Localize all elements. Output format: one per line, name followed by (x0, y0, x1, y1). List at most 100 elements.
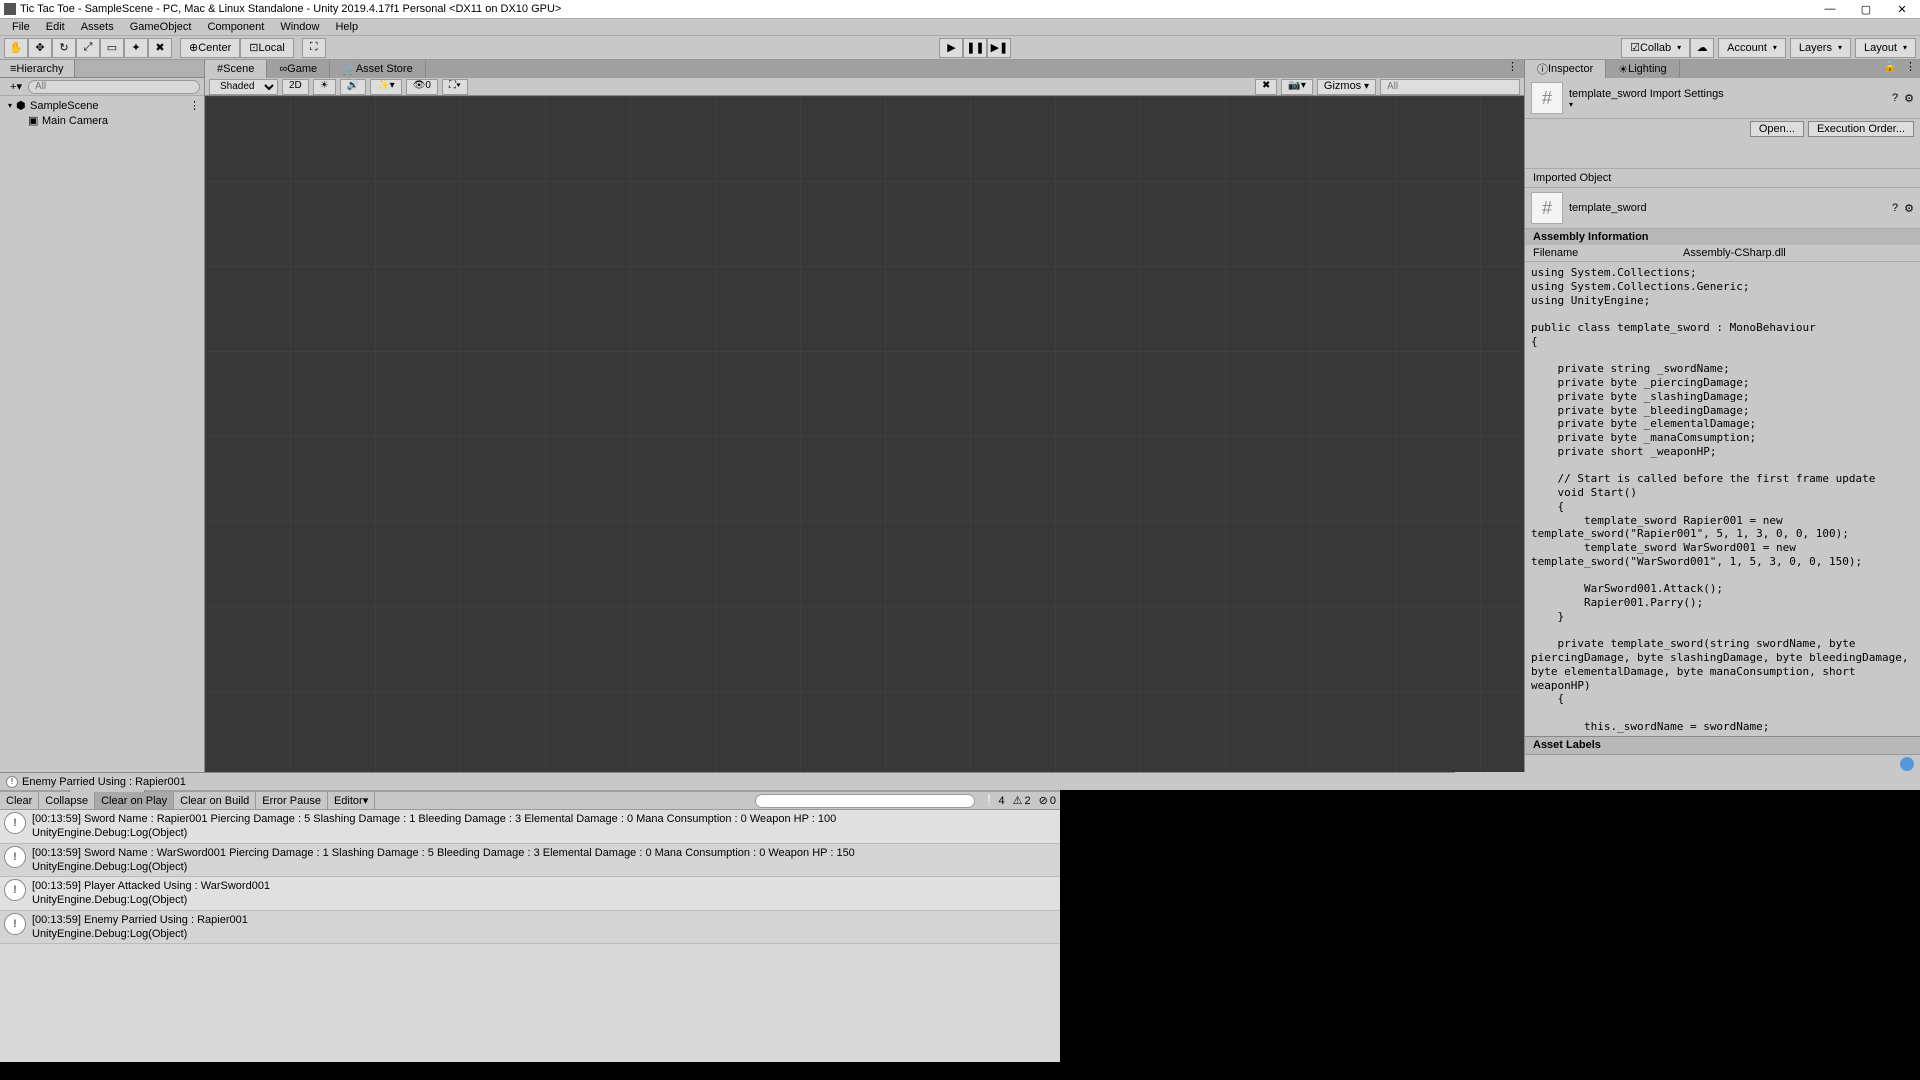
hierarchy-search[interactable] (28, 80, 200, 94)
scene-shading-dropdown[interactable]: Shaded (209, 79, 278, 95)
info-icon: ! (4, 812, 26, 834)
component-help-icon[interactable]: ? (1892, 202, 1898, 214)
info-icon: ! (4, 913, 26, 935)
inspector-panel: ⓘ Inspector ☀ Lighting 🔒 ⋮ # template_sw… (1525, 60, 1920, 772)
hierarchy-panel: ≡ Hierarchy +▾ ▾⬢ SampleScene ⋮ ▣ Main C… (0, 60, 205, 772)
error-count[interactable]: ⊘0 (1035, 794, 1060, 807)
console-log-entry[interactable]: ![00:13:59] Sword Name : WarSword001 Pie… (0, 844, 1060, 878)
scene-lighting-toggle[interactable]: ☀ (313, 79, 336, 95)
hierarchy-scene[interactable]: ▾⬢ SampleScene ⋮ (0, 98, 204, 113)
component-settings-icon[interactable]: ⚙ (1904, 202, 1914, 215)
inspector-settings-icon[interactable]: ⚙ (1904, 92, 1914, 105)
scene-visibility-toggle[interactable]: 👁0 (406, 79, 438, 95)
inspector-title: template_sword Import Settings (1569, 88, 1886, 100)
collab-dropdown[interactable]: ☑ Collab (1621, 38, 1690, 58)
menu-component[interactable]: Component (199, 21, 272, 33)
filename-value: Assembly-CSharp.dll (1683, 247, 1786, 259)
inspector-menu-icon[interactable]: ⋮ (1901, 60, 1920, 78)
scale-tool[interactable]: ⤢ (76, 38, 100, 58)
layers-dropdown[interactable]: Layers (1790, 38, 1851, 58)
tab-hierarchy[interactable]: ≡ Hierarchy (0, 60, 75, 77)
snap-button[interactable]: ⛶ (302, 38, 326, 58)
execution-order-button[interactable]: Execution Order... (1808, 121, 1914, 137)
code-preview: using System.Collections; using System.C… (1525, 262, 1920, 736)
scene-panel: # Scene ∞ Game 🛒 Asset Store ⋮ Shaded 2D… (205, 60, 1525, 772)
tab-game[interactable]: ∞ Game (267, 60, 330, 78)
play-button[interactable]: ▶ (939, 38, 963, 58)
custom-tool[interactable]: ✖ (148, 38, 172, 58)
step-button[interactable]: ▶❚ (987, 38, 1011, 58)
console-log-entry[interactable]: ![00:13:59] Enemy Parried Using : Rapier… (0, 911, 1060, 945)
tab-scene[interactable]: # Scene (205, 60, 267, 78)
warning-count[interactable]: ⚠2 (1009, 794, 1035, 807)
menu-edit[interactable]: Edit (38, 21, 73, 33)
console-log-entry[interactable]: ![00:13:59] Sword Name : Rapier001 Pierc… (0, 810, 1060, 844)
move-tool[interactable]: ✥ (28, 38, 52, 58)
inspector-help-icon[interactable]: ? (1892, 92, 1898, 104)
asset-labels-header: Asset Labels (1525, 736, 1920, 754)
console-log-entry[interactable]: ![00:13:59] Player Attacked Using : WarS… (0, 877, 1060, 911)
unity-icon: ⬢ (16, 99, 28, 112)
scene-search[interactable] (1380, 79, 1520, 95)
scene-menu-icon[interactable]: ⋮ (189, 99, 200, 112)
imported-object-label: Imported Object (1525, 169, 1920, 187)
scene-camera-toggle[interactable]: ⛶▾ (442, 79, 468, 95)
handle-center-button[interactable]: ⊕ Center (180, 38, 240, 58)
script-name: template_sword (1569, 202, 1886, 214)
console-panel: ▣ Project ▤ Console Clear Collapse Clear… (0, 772, 1060, 1062)
status-bar: ! Enemy Parried Using : Rapier001 (0, 772, 1455, 790)
console-clear-on-build-button[interactable]: Clear on Build (174, 792, 256, 809)
filename-label: Filename (1533, 247, 1683, 259)
account-dropdown[interactable]: Account (1718, 38, 1786, 58)
pivot-local-button[interactable]: ⊡ Local (240, 38, 294, 58)
open-button[interactable]: Open... (1750, 121, 1804, 137)
scene-menu-icon[interactable]: ⋮ (1501, 60, 1524, 78)
hierarchy-item-main-camera[interactable]: ▣ Main Camera (0, 113, 204, 128)
layout-dropdown[interactable]: Layout (1855, 38, 1916, 58)
scene-viewport[interactable] (205, 96, 1524, 772)
titlebar: Tic Tac Toe - SampleScene - PC, Mac & Li… (0, 0, 1920, 18)
console-clear-button[interactable]: Clear (0, 792, 39, 809)
info-icon: ! (4, 846, 26, 868)
menu-gameobject[interactable]: GameObject (122, 21, 200, 33)
asset-label-tag-icon[interactable] (1900, 757, 1914, 771)
console-error-pause-button[interactable]: Error Pause (256, 792, 328, 809)
scene-2d-toggle[interactable]: 2D (282, 79, 309, 95)
inspector-lock-icon[interactable]: 🔒 (1879, 60, 1901, 78)
info-icon: ! (4, 879, 26, 901)
tab-lighting[interactable]: ☀ Lighting (1606, 60, 1679, 78)
scene-camera-settings[interactable]: 📷▾ (1281, 79, 1312, 95)
rotate-tool[interactable]: ↻ (52, 38, 76, 58)
menubar: File Edit Assets GameObject Component Wi… (0, 18, 1920, 36)
tab-asset-store[interactable]: 🛒 Asset Store (330, 60, 426, 78)
console-clear-on-play-button[interactable]: Clear on Play (95, 792, 174, 809)
status-info-icon: ! (6, 776, 18, 788)
hierarchy-add-button[interactable]: +▾ (4, 80, 28, 93)
script-icon: # (1531, 192, 1563, 224)
info-count[interactable]: ❕4 (979, 794, 1009, 807)
transform-tool[interactable]: ✦ (124, 38, 148, 58)
menu-file[interactable]: File (4, 21, 38, 33)
minimize-button[interactable]: — (1816, 2, 1844, 16)
gizmos-dropdown[interactable]: Gizmos ▾ (1317, 79, 1376, 95)
menu-assets[interactable]: Assets (73, 21, 122, 33)
close-button[interactable]: ✕ (1888, 2, 1916, 16)
scene-fx-toggle[interactable]: ✨▾ (370, 79, 401, 95)
window-title: Tic Tac Toe - SampleScene - PC, Mac & Li… (20, 3, 1816, 15)
console-editor-dropdown[interactable]: Editor ▾ (328, 792, 375, 809)
menu-help[interactable]: Help (327, 21, 366, 33)
console-collapse-button[interactable]: Collapse (39, 792, 95, 809)
script-icon: # (1531, 82, 1563, 114)
cloud-button[interactable]: ☁ (1690, 38, 1714, 58)
hand-tool[interactable]: ✋ (4, 38, 28, 58)
tab-inspector[interactable]: ⓘ Inspector (1525, 60, 1606, 78)
scene-tools-button[interactable]: ✖ (1255, 79, 1277, 95)
menu-window[interactable]: Window (272, 21, 327, 33)
main-toolbar: ✋ ✥ ↻ ⤢ ▭ ✦ ✖ ⊕ Center ⊡ Local ⛶ ▶ ❚❚ ▶❚… (0, 36, 1920, 60)
app-icon (4, 3, 16, 15)
scene-audio-toggle[interactable]: 🔊 (340, 79, 366, 95)
pause-button[interactable]: ❚❚ (963, 38, 987, 58)
maximize-button[interactable]: ▢ (1852, 2, 1880, 16)
rect-tool[interactable]: ▭ (100, 38, 124, 58)
console-search[interactable] (755, 794, 975, 808)
